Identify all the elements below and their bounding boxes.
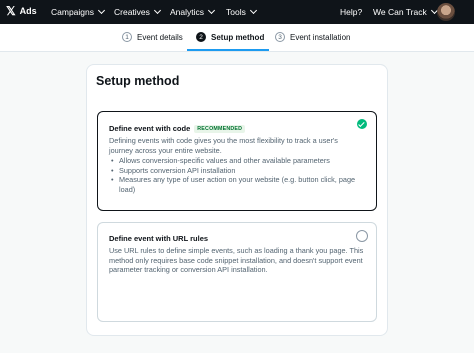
ads-label: Ads xyxy=(19,6,37,16)
account-name: We Can Track xyxy=(373,7,427,17)
nav-analytics[interactable]: Analytics xyxy=(170,6,216,17)
nav-tools[interactable]: Tools xyxy=(226,6,257,17)
list-item: Measures any type of user action on your… xyxy=(109,175,367,194)
step-setup-method[interactable]: 2 Setup method xyxy=(196,32,264,42)
option-description: Defining events with code gives you the … xyxy=(109,136,338,155)
help-label: Help? xyxy=(340,7,363,17)
avatar[interactable] xyxy=(437,3,455,21)
option-description: Use URL rules to define simple events, s… xyxy=(109,246,364,275)
top-nav-bar: 𝕏 Ads Campaigns Creatives Analytics Tool… xyxy=(0,0,474,24)
list-item: Supports conversion API installation xyxy=(109,166,367,176)
active-step-indicator xyxy=(187,49,269,51)
nav-analytics-label: Analytics xyxy=(170,7,205,17)
chevron-down-icon xyxy=(207,6,216,15)
nav-creatives-label: Creatives xyxy=(114,7,150,17)
setup-stepper: 1 Event details 2 Setup method 3 Event i… xyxy=(0,24,474,52)
x-logo-icon: 𝕏 xyxy=(6,4,16,18)
help-link[interactable]: Help? xyxy=(340,7,362,17)
checkmark-circle-icon[interactable] xyxy=(357,119,367,129)
account-switcher[interactable]: We Can Track xyxy=(373,6,438,17)
list-item: Allows conversion-specific values and ot… xyxy=(109,156,367,166)
recommended-badge: RECOMMENDED xyxy=(194,124,246,133)
nav-campaigns-label: Campaigns xyxy=(51,7,94,17)
nav-creatives[interactable]: Creatives xyxy=(114,6,161,17)
step-number: 3 xyxy=(275,32,285,42)
option-bullets: Allows conversion-specific values and ot… xyxy=(109,156,367,194)
step-event-installation[interactable]: 3 Event installation xyxy=(275,32,350,42)
x-ads-logo[interactable]: 𝕏 Ads xyxy=(6,5,37,17)
option-title: Define event with URL rules xyxy=(109,234,209,243)
step-number: 2 xyxy=(196,32,206,42)
chevron-down-icon xyxy=(97,6,106,15)
step-event-details[interactable]: 1 Event details xyxy=(122,32,183,42)
option-title: Define event with code xyxy=(109,124,191,133)
option-define-with-code[interactable]: Define event with code RECOMMENDED Defin… xyxy=(97,111,377,211)
nav-campaigns[interactable]: Campaigns xyxy=(51,6,106,17)
option-define-with-url-rules[interactable]: Define event with URL rules Use URL rule… xyxy=(97,222,377,322)
radio-button[interactable] xyxy=(356,230,368,242)
option-header: Define event with URL rules xyxy=(109,234,208,243)
chevron-down-icon xyxy=(153,6,161,15)
option-header: Define event with code RECOMMENDED xyxy=(109,124,246,133)
step-label: Event details xyxy=(137,32,183,42)
page-title: Setup method xyxy=(96,74,180,88)
step-label: Setup method xyxy=(211,32,265,42)
chevron-down-icon xyxy=(249,6,257,15)
step-label: Event installation xyxy=(290,32,351,42)
step-number: 1 xyxy=(122,32,132,42)
nav-tools-label: Tools xyxy=(226,7,246,17)
